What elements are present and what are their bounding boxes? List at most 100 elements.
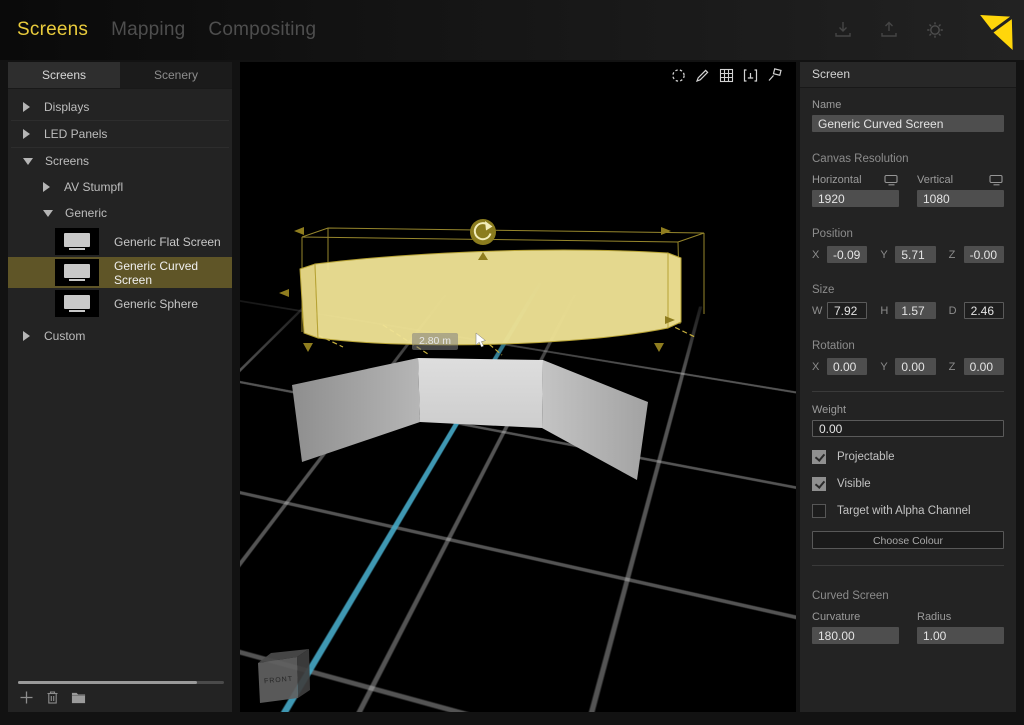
chevron-right-icon[interactable] <box>23 129 30 139</box>
tab-compositing[interactable]: Compositing <box>204 15 320 45</box>
axis-label: Y <box>880 249 890 261</box>
display-icon[interactable] <box>989 174 1004 186</box>
measurement-label: 2.80 m <box>412 333 458 350</box>
name-input[interactable] <box>812 115 1004 132</box>
position-y-input[interactable] <box>895 246 935 263</box>
main-nav: Screens Mapping Compositing <box>13 15 320 45</box>
projectable-option[interactable]: Projectable <box>812 450 1004 464</box>
projectable-label: Projectable <box>837 451 895 463</box>
nav-cube[interactable]: FRONT <box>258 649 310 703</box>
visible-option[interactable]: Visible <box>812 477 1004 491</box>
horizontal-resolution-input[interactable] <box>812 190 899 207</box>
pencil-edit-icon[interactable] <box>694 67 711 84</box>
white-curved-screen[interactable] <box>292 358 648 480</box>
axis-label: X <box>812 361 822 373</box>
tab-screens[interactable]: Screens <box>13 15 92 45</box>
chevron-down-icon[interactable] <box>43 210 53 217</box>
alpha-target-label: Target with Alpha Channel <box>837 505 971 517</box>
screens-tree: Displays LED Panels Screens AV Stumpfl G… <box>8 94 232 349</box>
tree-item-led-panels[interactable]: LED Panels <box>8 121 232 147</box>
rotation-z-input[interactable] <box>964 358 1004 375</box>
axis-label: Y <box>880 361 890 373</box>
tree-item-av-stumpfl[interactable]: AV Stumpfl <box>8 174 232 200</box>
size-h-input[interactable] <box>895 302 935 319</box>
rotation-y-input[interactable] <box>895 358 935 375</box>
size-w-input[interactable] <box>827 302 867 319</box>
tree-item-label: Screens <box>45 154 89 168</box>
tree-item-label: Generic Sphere <box>114 297 198 311</box>
inspector-panel: Screen Name Canvas Resolution Horizontal… <box>800 62 1016 712</box>
visible-label: Visible <box>837 478 871 490</box>
snap-origin-icon[interactable] <box>742 67 759 84</box>
chevron-right-icon[interactable] <box>43 182 50 192</box>
axis-label: Z <box>949 361 959 373</box>
position-z-input[interactable] <box>964 246 1004 263</box>
viewport-3d[interactable]: FRONT 2.80 m <box>240 62 796 712</box>
radius-input[interactable] <box>917 627 1004 644</box>
vertical-label: Vertical <box>917 174 953 186</box>
magnifier-icon[interactable] <box>766 67 783 84</box>
chevron-right-icon[interactable] <box>23 331 30 341</box>
tree-item-screens[interactable]: Screens <box>8 148 232 174</box>
alpha-target-option[interactable]: Target with Alpha Channel <box>812 504 1004 518</box>
size-title: Size <box>812 284 1004 296</box>
grid-icon[interactable] <box>718 67 735 84</box>
position-x-input[interactable] <box>827 246 867 263</box>
sidebar-tab-scenery[interactable]: Scenery <box>120 62 232 88</box>
tree-item-generic[interactable]: Generic <box>8 200 232 226</box>
divider <box>812 391 1004 392</box>
display-icon[interactable] <box>884 174 899 186</box>
size-d-input[interactable] <box>964 302 1004 319</box>
settings-gear-icon[interactable] <box>924 19 946 41</box>
export-icon[interactable] <box>878 19 900 41</box>
tree-item-generic-flat-screen[interactable]: Generic Flat Screen <box>8 226 232 257</box>
tree-item-custom[interactable]: Custom <box>8 323 232 349</box>
rotation-title: Rotation <box>812 340 1004 352</box>
tree-item-label: Custom <box>44 329 85 343</box>
sidebar-tab-screens[interactable]: Screens <box>8 62 120 88</box>
curved-screen-title: Curved Screen <box>812 590 1004 602</box>
horizontal-label: Horizontal <box>812 174 862 186</box>
curvature-input[interactable] <box>812 627 899 644</box>
tree-item-label: Displays <box>44 100 89 114</box>
screen-thumbnail-icon <box>55 259 99 286</box>
axis-label: W <box>812 305 822 317</box>
tree-item-label: Generic <box>65 206 107 220</box>
delete-trash-icon[interactable] <box>45 690 60 705</box>
add-screen-button[interactable] <box>19 690 34 705</box>
axis-label: Z <box>949 249 959 261</box>
tree-item-displays[interactable]: Displays <box>8 94 232 120</box>
tab-mapping[interactable]: Mapping <box>107 15 189 45</box>
rotation-x-input[interactable] <box>827 358 867 375</box>
alpha-target-checkbox[interactable] <box>812 504 826 518</box>
projectable-checkbox[interactable] <box>812 450 826 464</box>
selection-circle-icon[interactable] <box>670 67 687 84</box>
weight-input[interactable] <box>812 420 1004 437</box>
tree-item-label: Generic Curved Screen <box>114 259 232 287</box>
chevron-right-icon[interactable] <box>23 102 30 112</box>
tree-item-generic-curved-screen[interactable]: Generic Curved Screen <box>8 257 232 288</box>
tree-item-label: AV Stumpfl <box>64 180 123 194</box>
tree-item-label: Generic Flat Screen <box>114 235 221 249</box>
axis-label: X <box>812 249 822 261</box>
import-icon[interactable] <box>832 19 854 41</box>
folder-icon[interactable] <box>71 690 86 705</box>
horizontal-scrollbar[interactable] <box>18 681 224 684</box>
axis-label: H <box>880 305 890 317</box>
rotate-gizmo-icon[interactable] <box>470 219 496 245</box>
choose-colour-button[interactable]: Choose Colour <box>812 531 1004 549</box>
vertical-resolution-input[interactable] <box>917 190 1004 207</box>
canvas-resolution-title: Canvas Resolution <box>812 153 1004 165</box>
radius-label: Radius <box>917 611 951 623</box>
yellow-curved-screen[interactable] <box>300 250 681 345</box>
weight-label: Weight <box>812 404 1004 416</box>
divider <box>812 565 1004 566</box>
tree-item-generic-sphere[interactable]: Generic Sphere <box>8 288 232 319</box>
screens-sidebar: Screens Scenery Displays LED Panels Scre… <box>8 62 232 712</box>
app-logo-icon <box>970 8 1016 52</box>
chevron-down-icon[interactable] <box>23 158 33 165</box>
top-bar: Screens Mapping Compositing <box>0 0 1024 60</box>
axis-label: D <box>949 305 959 317</box>
position-title: Position <box>812 228 1004 240</box>
visible-checkbox[interactable] <box>812 477 826 491</box>
